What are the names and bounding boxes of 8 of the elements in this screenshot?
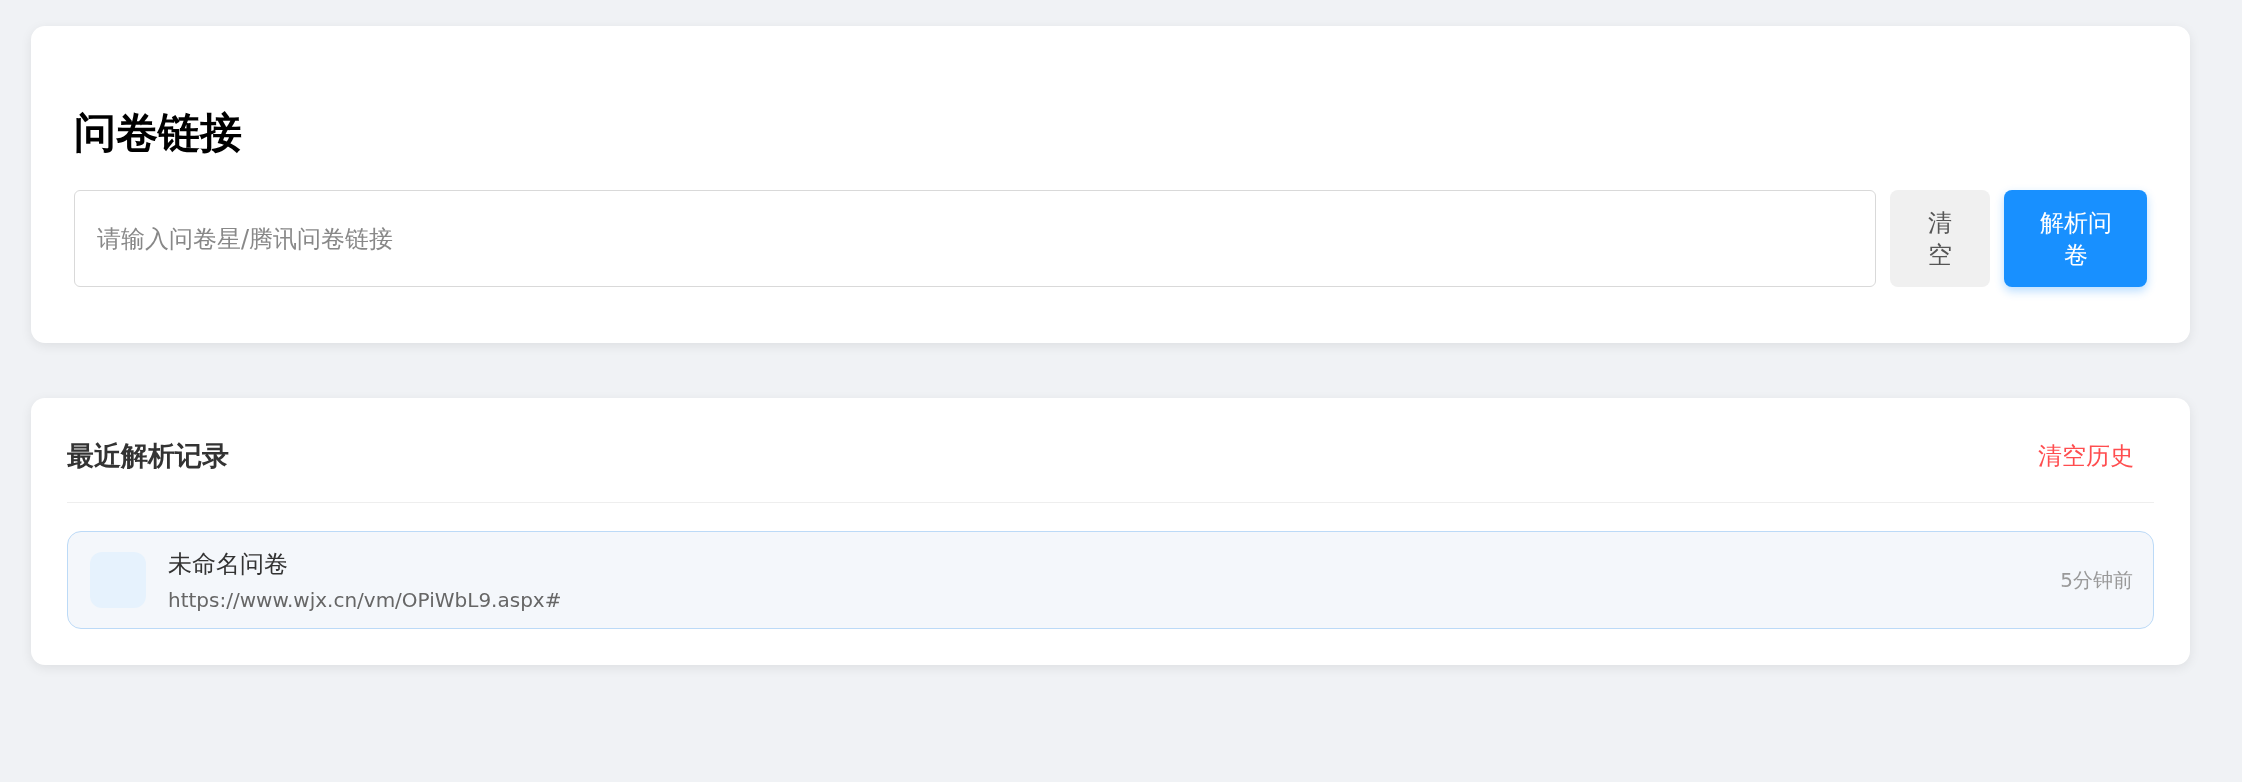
survey-name: 未命名问卷: [168, 549, 289, 581]
history-item[interactable]: 未命名问卷 https://www.wjx.cn/vm/OPiWbL9.aspx# 5分钟前: [67, 531, 2154, 630]
card-title: 问卷链接: [74, 108, 242, 159]
link-input-field[interactable]: 请输入问卷星/腾讯问卷链接: [74, 190, 1876, 288]
survey-url: https://www.wjx.cn/vm/OPiWbL9.aspx#: [168, 588, 563, 613]
clear-button[interactable]: 清空: [1890, 190, 1990, 288]
history-time: 5分钟前: [2060, 566, 2133, 594]
history-title: 最近解析记录: [67, 439, 229, 474]
